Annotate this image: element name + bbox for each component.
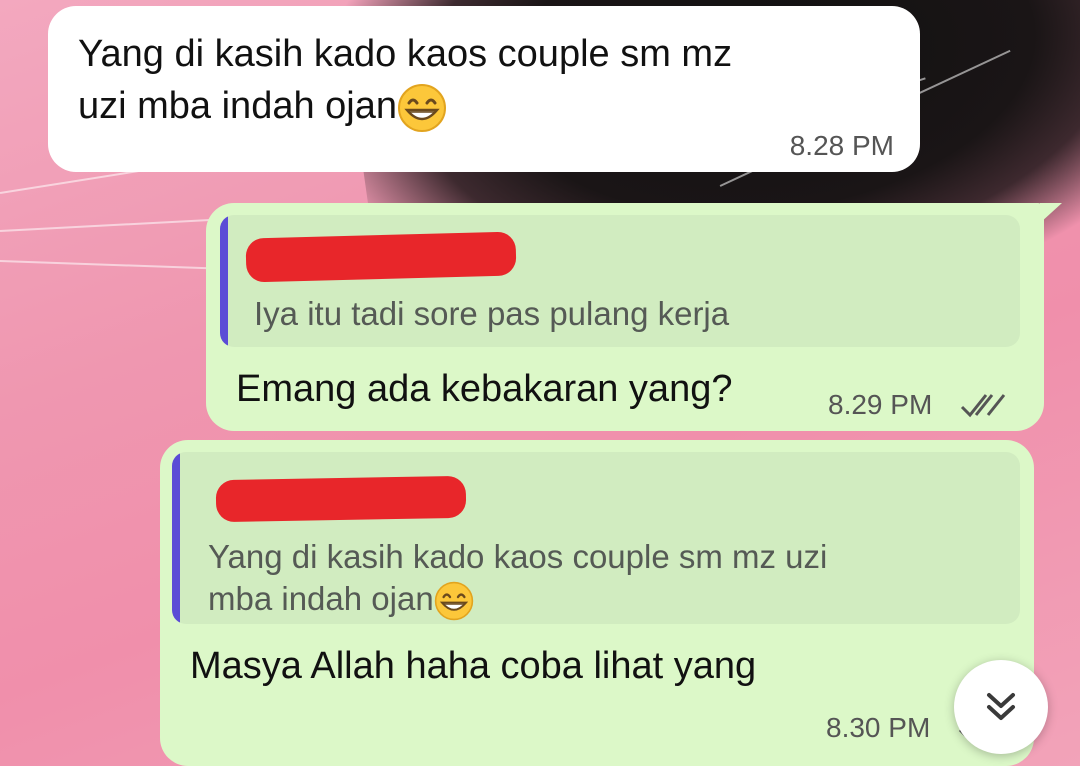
double-check-read-icon	[960, 394, 1006, 418]
message-bubble-incoming[interactable]: Yang di kasih kado kaos couple sm mz uzi…	[48, 6, 920, 172]
quote-accent-bar	[220, 215, 228, 347]
quoted-text: Yang di kasih kado kaos couple sm mz uzi…	[208, 536, 1008, 621]
bubble-tail	[1040, 203, 1062, 223]
quoted-text: Iya itu tadi sore pas pulang kerja	[254, 295, 730, 332]
message-text: Yang di kasih kado kaos couple sm mz uzi…	[78, 28, 908, 133]
quote-accent-bar	[172, 452, 180, 624]
grinning-face-icon	[398, 83, 446, 132]
message-timestamp: 8.29 PM	[828, 389, 933, 420]
message-text: Masya Allah haha coba lihat yang	[190, 645, 757, 687]
redacted-author-name	[215, 475, 467, 523]
grinning-face-icon	[434, 582, 473, 621]
redacted-author-name	[245, 231, 517, 283]
quoted-message[interactable]: Iya itu tadi sore pas pulang kerja	[220, 215, 1020, 347]
message-bubble-outgoing[interactable]: Yang di kasih kado kaos couple sm mz uzi…	[160, 440, 1034, 766]
message-bubble-outgoing[interactable]: Iya itu tadi sore pas pulang kerja Emang…	[206, 203, 1062, 431]
message-text: Emang ada kebakaran yang?	[236, 368, 733, 410]
message-timestamp: 8.30 PM	[826, 712, 931, 743]
quoted-message[interactable]: Yang di kasih kado kaos couple sm mz uzi…	[172, 452, 1020, 624]
scroll-to-bottom-button[interactable]	[954, 660, 1048, 754]
double-chevron-down-icon	[987, 693, 1015, 720]
message-timestamp: 8.28 PM	[789, 130, 894, 161]
